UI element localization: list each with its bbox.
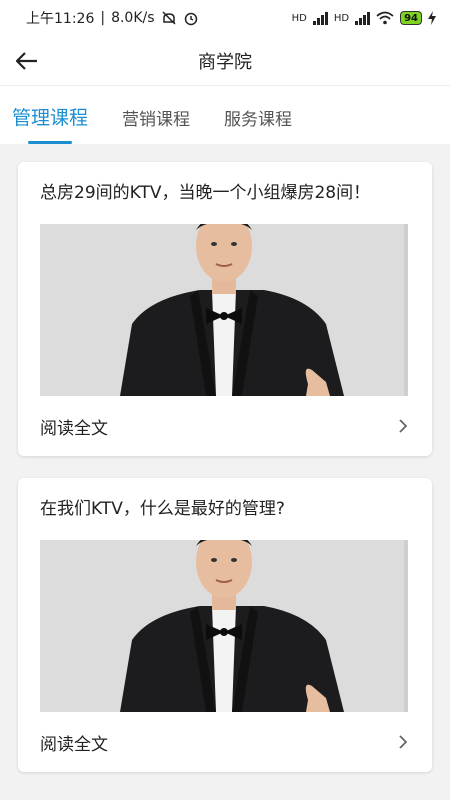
hd-label-1: HD bbox=[291, 12, 307, 24]
arrow-left-icon[interactable] bbox=[14, 49, 40, 73]
page-title: 商学院 bbox=[198, 51, 252, 73]
alarm-icon bbox=[184, 12, 197, 26]
hd-label-2: HD bbox=[333, 12, 350, 24]
article-card[interactable]: 在我们KTV，什么是最好的管理? 阅读全文 bbox=[18, 478, 432, 772]
battery-indicator: 94 bbox=[400, 11, 422, 25]
mute-icon bbox=[162, 11, 176, 25]
charging-icon bbox=[428, 11, 436, 25]
article-title: 在我们KTV，什么是最好的管理? bbox=[40, 499, 285, 519]
article-image bbox=[40, 540, 408, 712]
signal-icon-2 bbox=[355, 11, 371, 25]
status-speed: 8.0K/s bbox=[111, 10, 155, 26]
read-more-label: 阅读全文 bbox=[40, 734, 108, 755]
wifi-icon bbox=[376, 11, 394, 25]
tab-management[interactable]: 管理课程 bbox=[12, 103, 88, 144]
read-more-row[interactable]: 阅读全文 bbox=[40, 712, 410, 772]
read-more-row[interactable]: 阅读全文 bbox=[40, 396, 410, 456]
status-right: HD HD 94 bbox=[292, 11, 436, 25]
status-separator: | bbox=[100, 10, 106, 26]
app-header: 商学院 bbox=[0, 36, 450, 86]
signal-icon-1 bbox=[312, 11, 328, 25]
status-left: 上午11:26 | 8.0K/s bbox=[26, 8, 199, 28]
article-image bbox=[40, 224, 408, 396]
read-more-label: 阅读全文 bbox=[40, 418, 108, 439]
status-time: 上午11:26 bbox=[26, 11, 95, 27]
course-tabs: 管理课程 营销课程 服务课程 bbox=[0, 86, 450, 144]
status-bar: 上午11:26 | 8.0K/s HD HD 94 bbox=[0, 0, 450, 36]
article-title: 总房29间的KTV，当晚一个小组爆房28间！ bbox=[40, 183, 371, 203]
article-list: 总房29间的KTV，当晚一个小组爆房28间！ 阅读全文 在我们KTV，什么是最好… bbox=[0, 144, 450, 772]
tab-service[interactable]: 服务课程 bbox=[224, 105, 292, 144]
chevron-right-icon bbox=[399, 419, 408, 433]
chevron-right-icon bbox=[399, 735, 408, 749]
tab-marketing[interactable]: 营销课程 bbox=[122, 105, 190, 144]
article-card[interactable]: 总房29间的KTV，当晚一个小组爆房28间！ 阅读全文 bbox=[18, 162, 432, 456]
